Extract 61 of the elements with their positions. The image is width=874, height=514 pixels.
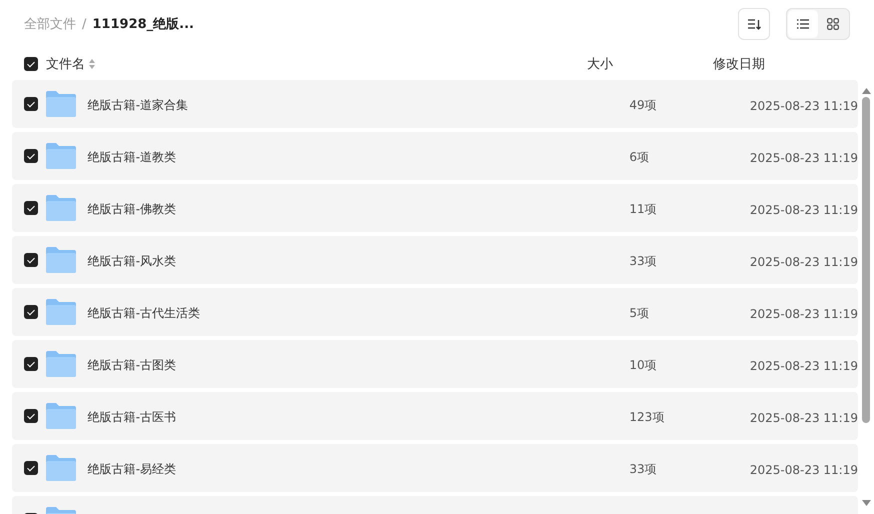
checkbox[interactable] [24, 409, 38, 423]
file-size: 11项 [629, 202, 657, 216]
modified-date: 2025-08-23 11:19 [750, 254, 858, 268]
file-size: 33项 [629, 462, 657, 476]
checkbox[interactable] [24, 97, 38, 111]
column-header[interactable]: 文件名 [46, 55, 85, 73]
folder-icon [46, 195, 76, 221]
file-row[interactable]: 绝版古籍-佛教类 11项 2025-08-23 11:19 [12, 184, 858, 232]
checkbox[interactable] [24, 305, 38, 319]
file-row[interactable]: 绝版古籍-道家合集 49项 2025-08-23 11:19 [12, 80, 858, 128]
scroll-up-icon[interactable] [862, 88, 870, 94]
folder-icon [46, 247, 76, 273]
folder-icon [46, 299, 76, 325]
file-name: 绝版古籍-古医书 [88, 410, 176, 424]
file-name: 绝版古籍-古图类 [88, 358, 176, 372]
file-row[interactable]: 绝版古籍-古图类 10项 2025-08-23 11:19 [12, 340, 858, 388]
file-name: 绝版古籍-道教类 [88, 150, 176, 164]
file-row[interactable]: 绝版古籍-古代生活类 5项 2025-08-23 11:19 [12, 288, 858, 336]
column-header: 大小 [587, 56, 613, 73]
file-size: 5项 [629, 306, 650, 320]
file-name: 绝版古籍-佛教类 [88, 202, 176, 216]
file-name: 绝版古籍-古代生活类 [88, 306, 200, 320]
checkbox[interactable] [24, 149, 38, 163]
modified-date: 2025-08-23 11:19 [750, 306, 858, 320]
folder-icon [46, 143, 76, 169]
scroll-down-icon[interactable] [862, 500, 870, 506]
checkbox[interactable] [24, 357, 38, 371]
file-size: 10项 [629, 358, 657, 372]
file-name: 绝版古籍-易经类 [88, 462, 176, 476]
file-size: 33项 [629, 254, 657, 268]
folder-icon [46, 403, 76, 429]
file-name: 绝版古籍-风水类 [88, 254, 176, 268]
file-size: 6项 [629, 150, 650, 164]
sort-button[interactable] [738, 8, 770, 40]
list-icon [797, 19, 809, 29]
folder-icon [46, 91, 76, 117]
breadcrumb-current: 111928_绝版... [92, 16, 194, 33]
folder-icon [46, 455, 76, 481]
modified-date: 2025-08-23 11:19 [750, 462, 858, 476]
modified-date: 2025-08-23 11:19 [750, 98, 858, 112]
modified-date: 2025-08-23 11:19 [750, 410, 858, 424]
file-size: 123项 [629, 410, 664, 424]
modified-date: 2025-08-23 11:19 [750, 150, 858, 164]
file-row[interactable]: 绝版古籍-道教类 6项 2025-08-23 11:19 [12, 132, 858, 180]
checkbox[interactable] [24, 461, 38, 475]
checkbox[interactable] [24, 201, 38, 215]
file-row[interactable]: 绝版古籍-易经类 33项 2025-08-23 11:19 [12, 444, 858, 492]
sort-icon [748, 18, 760, 30]
checkbox[interactable] [24, 253, 38, 267]
file-size: 49项 [629, 98, 657, 112]
file-row[interactable]: 绝版古籍-古医书 123项 2025-08-23 11:19 [12, 392, 858, 440]
column-header: 修改日期 [713, 56, 765, 73]
view-mode-button[interactable] [788, 10, 818, 38]
checkbox[interactable] [24, 57, 38, 71]
modified-date: 2025-08-23 11:19 [750, 202, 858, 216]
folder-icon [46, 351, 76, 377]
modified-date: 2025-08-23 11:19 [750, 358, 858, 372]
file-name: 绝版古籍-道家合集 [88, 98, 188, 112]
scrollbar-thumb[interactable] [862, 97, 870, 423]
grid-icon [827, 18, 839, 30]
file-row[interactable]: 绝版古籍-风水类 33项 2025-08-23 11:19 [12, 236, 858, 284]
